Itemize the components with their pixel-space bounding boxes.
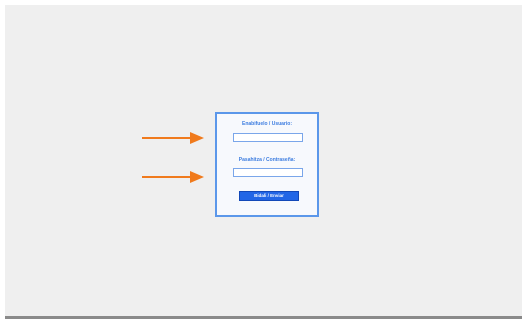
page-canvas: Enabifuelo / Usuario: Pasahitza / Contra… xyxy=(5,5,522,319)
username-field[interactable] xyxy=(233,133,303,142)
login-form: Enabifuelo / Usuario: Pasahitza / Contra… xyxy=(215,112,319,217)
arrow-right-icon xyxy=(142,171,204,183)
submit-button[interactable]: Bidali / Enviar xyxy=(239,191,299,201)
password-label: Pasahitza / Contraseña: xyxy=(238,157,296,163)
username-label: Enabifuelo / Usuario: xyxy=(241,121,292,127)
arrow-right-icon xyxy=(142,132,204,144)
password-field[interactable] xyxy=(233,168,303,177)
